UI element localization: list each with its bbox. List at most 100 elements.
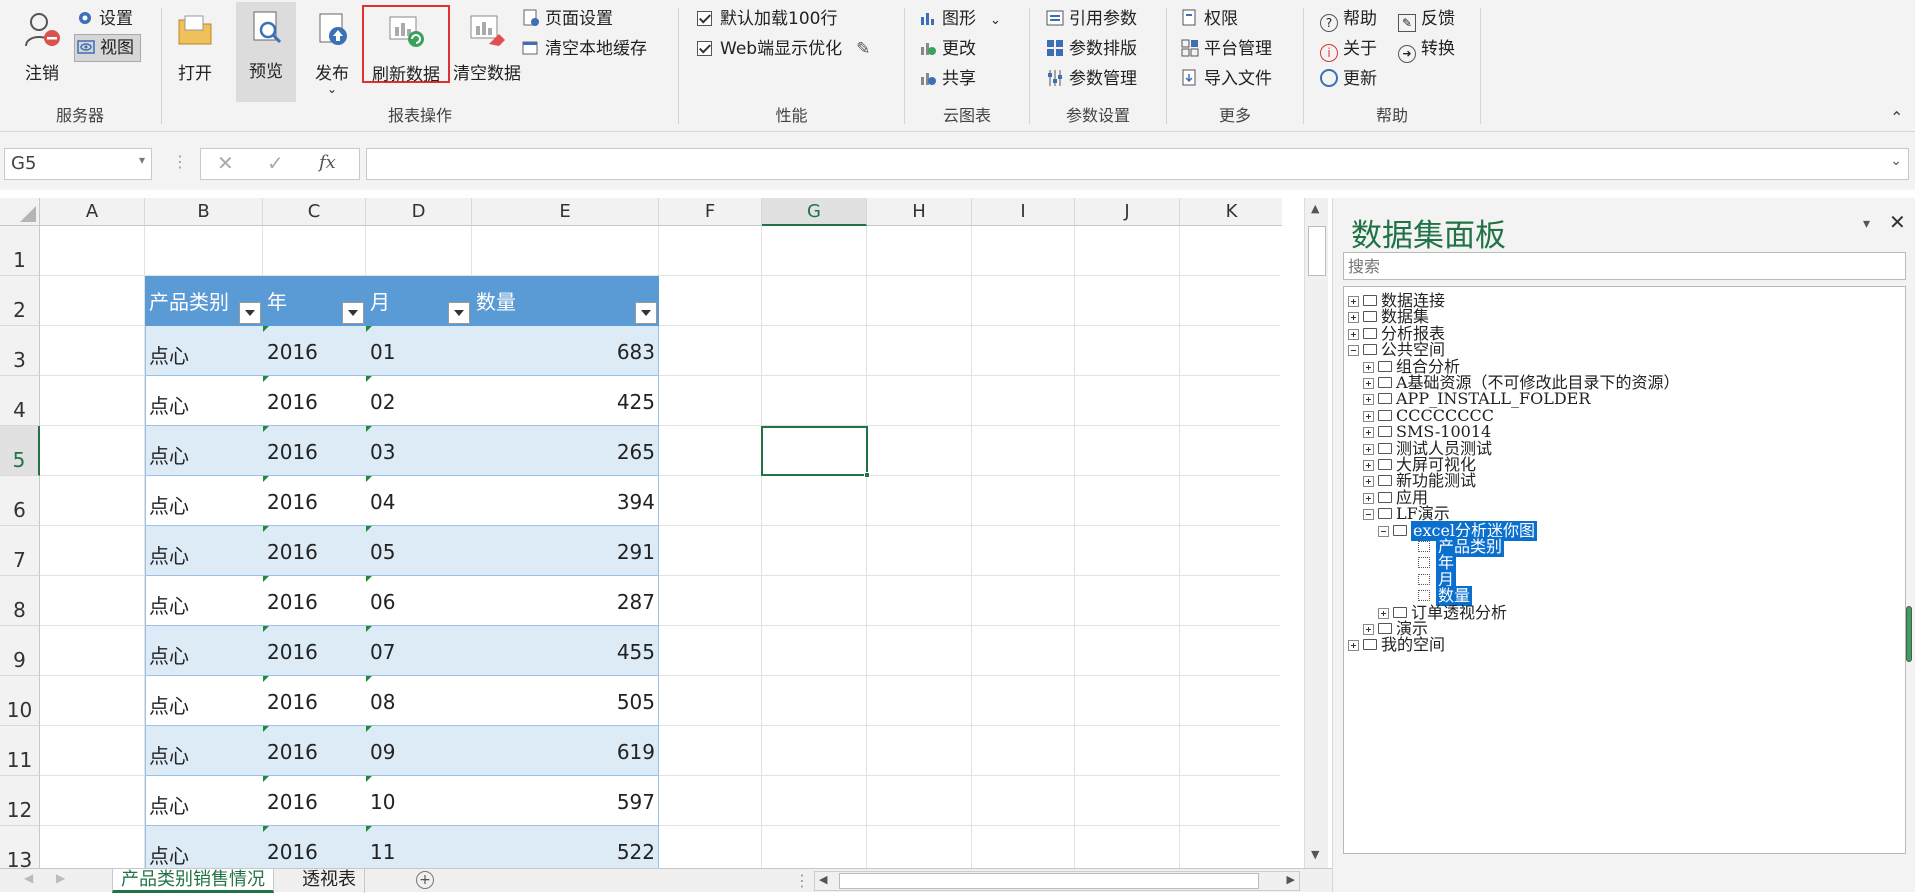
cancel-icon[interactable]: ✕ — [217, 151, 234, 175]
table-cell[interactable]: 06 — [366, 576, 472, 626]
column-header-C[interactable]: C — [263, 198, 366, 226]
table-cell[interactable]: 点心 — [145, 826, 263, 868]
more-options-icon[interactable]: ⋮ — [794, 871, 810, 890]
expand-icon[interactable] — [1363, 410, 1374, 422]
collapse-icon[interactable] — [1363, 509, 1374, 521]
table-header-cell[interactable]: 年 — [263, 276, 366, 326]
filter-dropdown-button[interactable] — [635, 302, 657, 324]
expand-icon[interactable] — [1363, 427, 1374, 439]
open-button[interactable]: 打开 — [170, 4, 220, 102]
table-cell[interactable]: 点心 — [145, 426, 263, 476]
param-manage-button[interactable]: 参数管理 — [1046, 66, 1137, 92]
scroll-down-icon[interactable]: ▼ — [1311, 848, 1319, 861]
page-setup-button[interactable]: 页面设置 — [522, 6, 613, 32]
permission-button[interactable]: 权限 — [1181, 6, 1238, 32]
table-cell[interactable]: 点心 — [145, 626, 263, 676]
table-cell[interactable]: 287 — [472, 576, 659, 626]
table-cell[interactable]: 点心 — [145, 776, 263, 826]
vertical-scrollbar-track[interactable]: ▲ ▼ — [1304, 198, 1328, 868]
collapse-icon[interactable] — [1348, 345, 1359, 357]
table-cell[interactable]: 2016 — [263, 526, 366, 576]
table-cell[interactable]: 2016 — [263, 326, 366, 376]
table-cell[interactable]: 01 — [366, 326, 472, 376]
expand-icon[interactable] — [1378, 607, 1389, 619]
row-header-4[interactable]: 4 — [0, 376, 40, 426]
param-layout-button[interactable]: 参数排版 — [1046, 36, 1137, 62]
feedback-button[interactable]: ✎ 反馈 — [1398, 6, 1455, 32]
table-cell[interactable]: 2016 — [263, 776, 366, 826]
close-icon[interactable]: ✕ — [1889, 210, 1906, 234]
filter-dropdown-button[interactable] — [448, 302, 470, 324]
table-cell[interactable]: 522 — [472, 826, 659, 868]
tab-scroll-left-icon[interactable]: ◀ — [24, 871, 33, 885]
confirm-icon[interactable]: ✓ — [267, 151, 284, 175]
table-cell[interactable]: 2016 — [263, 826, 366, 868]
filter-dropdown-button[interactable] — [342, 302, 364, 324]
scroll-up-icon[interactable]: ▲ — [1311, 202, 1319, 215]
table-cell[interactable]: 05 — [366, 526, 472, 576]
web-optimize-checkbox[interactable]: Web端显示优化 ✎ — [697, 36, 870, 62]
expand-icon[interactable] — [1348, 640, 1359, 652]
convert-button[interactable]: ➜ 转换 — [1398, 36, 1455, 63]
tree-node[interactable]: 我的空间 — [1344, 635, 1904, 655]
import-file-button[interactable]: 导入文件 — [1181, 66, 1272, 92]
row-header-11[interactable]: 11 — [0, 726, 40, 776]
table-cell[interactable]: 07 — [366, 626, 472, 676]
sheet-tab-pivot[interactable]: 透视表 — [294, 869, 365, 893]
filter-dropdown-button[interactable] — [239, 302, 261, 324]
horizontal-scrollbar[interactable]: ◀ ▶ — [814, 871, 1300, 891]
platform-manage-button[interactable]: 平台管理 — [1181, 36, 1272, 62]
table-cell[interactable]: 425 — [472, 376, 659, 426]
table-cell[interactable]: 09 — [366, 726, 472, 776]
share-button[interactable]: 共享 — [919, 66, 976, 92]
logout-button[interactable]: 注销 — [10, 4, 74, 102]
panel-menu-icon[interactable]: ▾ — [1863, 216, 1870, 232]
add-sheet-icon[interactable]: + — [416, 871, 434, 889]
scroll-right-icon[interactable]: ▶ — [1287, 873, 1295, 886]
table-cell[interactable]: 2016 — [263, 626, 366, 676]
expand-icon[interactable] — [1363, 476, 1374, 488]
spreadsheet-grid[interactable]: ABCDEFGHIJK 1 2 3 4 5 6 7 8 9 10 11 12 13 产品类别年月数量 点心… — [0, 198, 1282, 868]
table-cell[interactable]: 点心 — [145, 476, 263, 526]
table-header-cell[interactable]: 数量 — [472, 276, 659, 326]
row-header-8[interactable]: 8 — [0, 576, 40, 626]
expand-icon[interactable] — [1363, 394, 1374, 406]
expand-icon[interactable] — [1348, 312, 1359, 324]
table-cell[interactable]: 点心 — [145, 526, 263, 576]
table-cell[interactable]: 2016 — [263, 726, 366, 776]
row-header-2[interactable]: 2 — [0, 276, 40, 326]
publish-button[interactable]: 发布 ⌄ — [304, 4, 360, 102]
change-button[interactable]: 更改 — [919, 36, 976, 62]
about-button[interactable]: i 关于 — [1320, 36, 1377, 62]
column-header-F[interactable]: F — [659, 198, 762, 226]
tab-scroll-right-icon[interactable]: ▶ — [56, 871, 65, 885]
expand-icon[interactable] — [1348, 296, 1359, 307]
table-header-cell[interactable]: 产品类别 — [145, 276, 263, 326]
table-cell[interactable]: 08 — [366, 676, 472, 726]
chart-dropdown[interactable]: 图形 ⌄ — [919, 6, 1001, 32]
collapse-ribbon-icon[interactable]: ⌃ — [1890, 108, 1903, 127]
table-cell[interactable]: 03 — [366, 426, 472, 476]
row-header-9[interactable]: 9 — [0, 626, 40, 676]
view-button[interactable]: 视图 — [74, 34, 141, 62]
table-cell[interactable]: 点心 — [145, 326, 263, 376]
horizontal-scrollbar-thumb[interactable] — [839, 873, 1259, 889]
scrollbar-thumb[interactable] — [1308, 226, 1326, 276]
column-header-K[interactable]: K — [1180, 198, 1282, 226]
table-cell[interactable]: 2016 — [263, 426, 366, 476]
selected-cell-G5[interactable] — [761, 426, 870, 478]
table-cell[interactable]: 455 — [472, 626, 659, 676]
table-cell[interactable]: 505 — [472, 676, 659, 726]
table-cell[interactable]: 597 — [472, 776, 659, 826]
sheet-tab-product-sales[interactable]: 产品类别销售情况 — [112, 869, 274, 893]
column-header-E[interactable]: E — [472, 198, 659, 226]
row-header-12[interactable]: 12 — [0, 776, 40, 826]
preview-button[interactable]: 预览 — [236, 2, 296, 102]
table-cell[interactable]: 619 — [472, 726, 659, 776]
column-header-G[interactable]: G — [762, 198, 867, 226]
table-cell[interactable]: 265 — [472, 426, 659, 476]
column-header-J[interactable]: J — [1075, 198, 1180, 226]
select-all-corner[interactable] — [0, 198, 40, 226]
table-cell[interactable]: 2016 — [263, 476, 366, 526]
expand-icon[interactable] — [1363, 378, 1374, 389]
